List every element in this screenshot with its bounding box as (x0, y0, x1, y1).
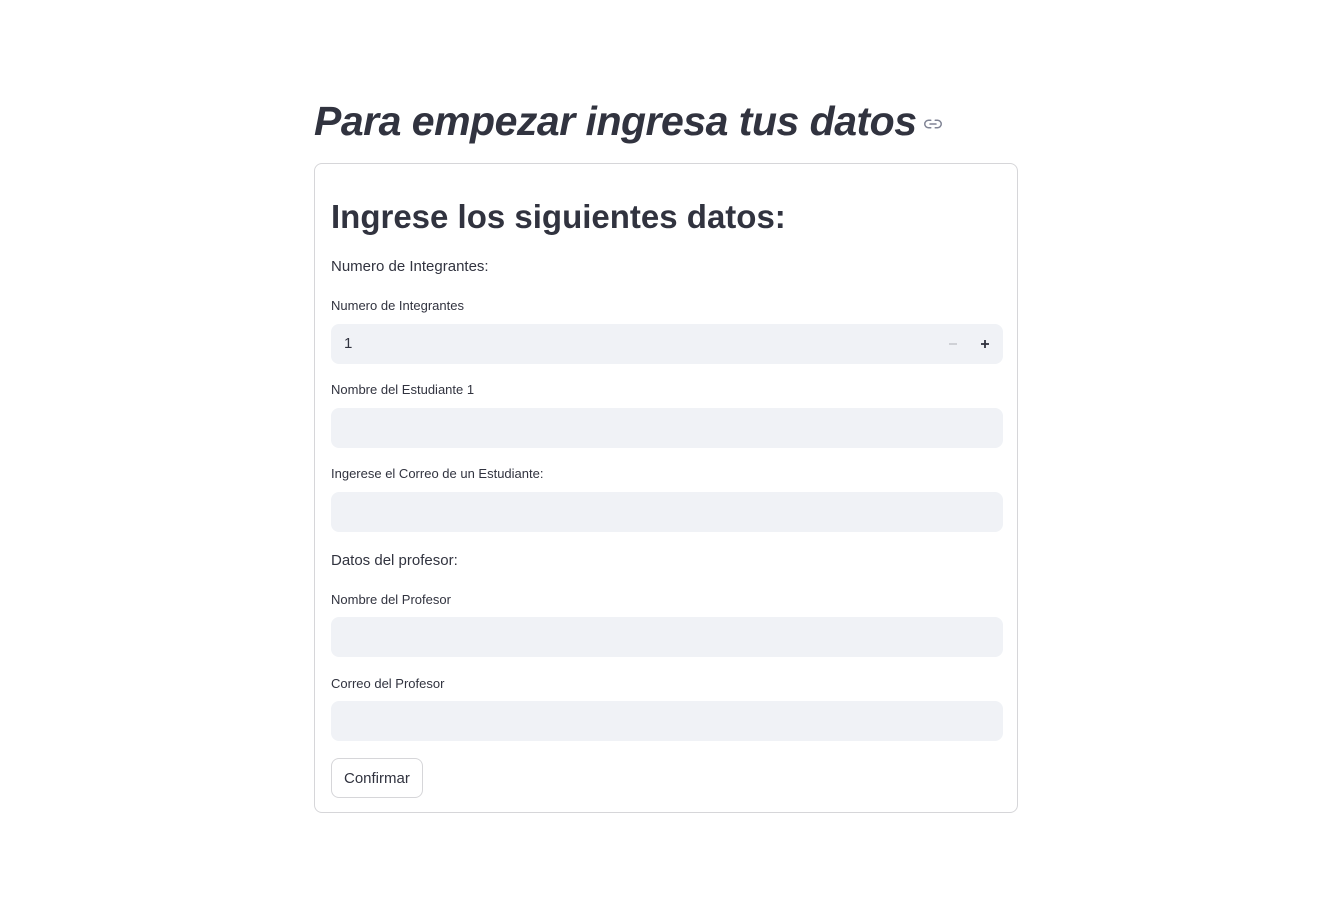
student-name-label: Nombre del Estudiante 1 (331, 382, 475, 397)
student-name-field-wrapper (331, 408, 1003, 448)
professor-email-field-wrapper (331, 701, 1003, 741)
professor-email-input[interactable] (331, 701, 1003, 741)
professor-email-label: Correo del Profesor (331, 676, 445, 691)
plus-icon[interactable] (969, 324, 1001, 364)
members-value[interactable]: 1 (344, 324, 352, 364)
section-students-text: Numero de Integrantes: (331, 258, 489, 275)
student-email-field-wrapper (331, 492, 1003, 532)
section-professor-text: Datos del profesor: (331, 552, 458, 569)
student-name-input[interactable] (331, 408, 1003, 448)
student-email-input[interactable] (331, 492, 1003, 532)
members-number-input[interactable]: 1 (331, 324, 1003, 364)
page-title: Para empezar ingresa tus datos (314, 98, 917, 144)
professor-name-input[interactable] (331, 617, 1003, 657)
link-icon[interactable] (923, 114, 943, 134)
professor-name-label: Nombre del Profesor (331, 592, 451, 607)
members-label: Numero de Integrantes (331, 298, 464, 313)
data-form: Ingrese los siguientes datos: Numero de … (314, 163, 1018, 813)
form-heading: Ingrese los siguientes datos: (331, 198, 786, 235)
student-email-label: Ingerese el Correo de un Estudiante: (331, 466, 544, 481)
minus-icon[interactable] (937, 324, 969, 364)
title-row: Para empezar ingresa tus datos (314, 96, 943, 146)
confirm-button[interactable]: Confirmar (331, 758, 423, 798)
professor-name-field-wrapper (331, 617, 1003, 657)
